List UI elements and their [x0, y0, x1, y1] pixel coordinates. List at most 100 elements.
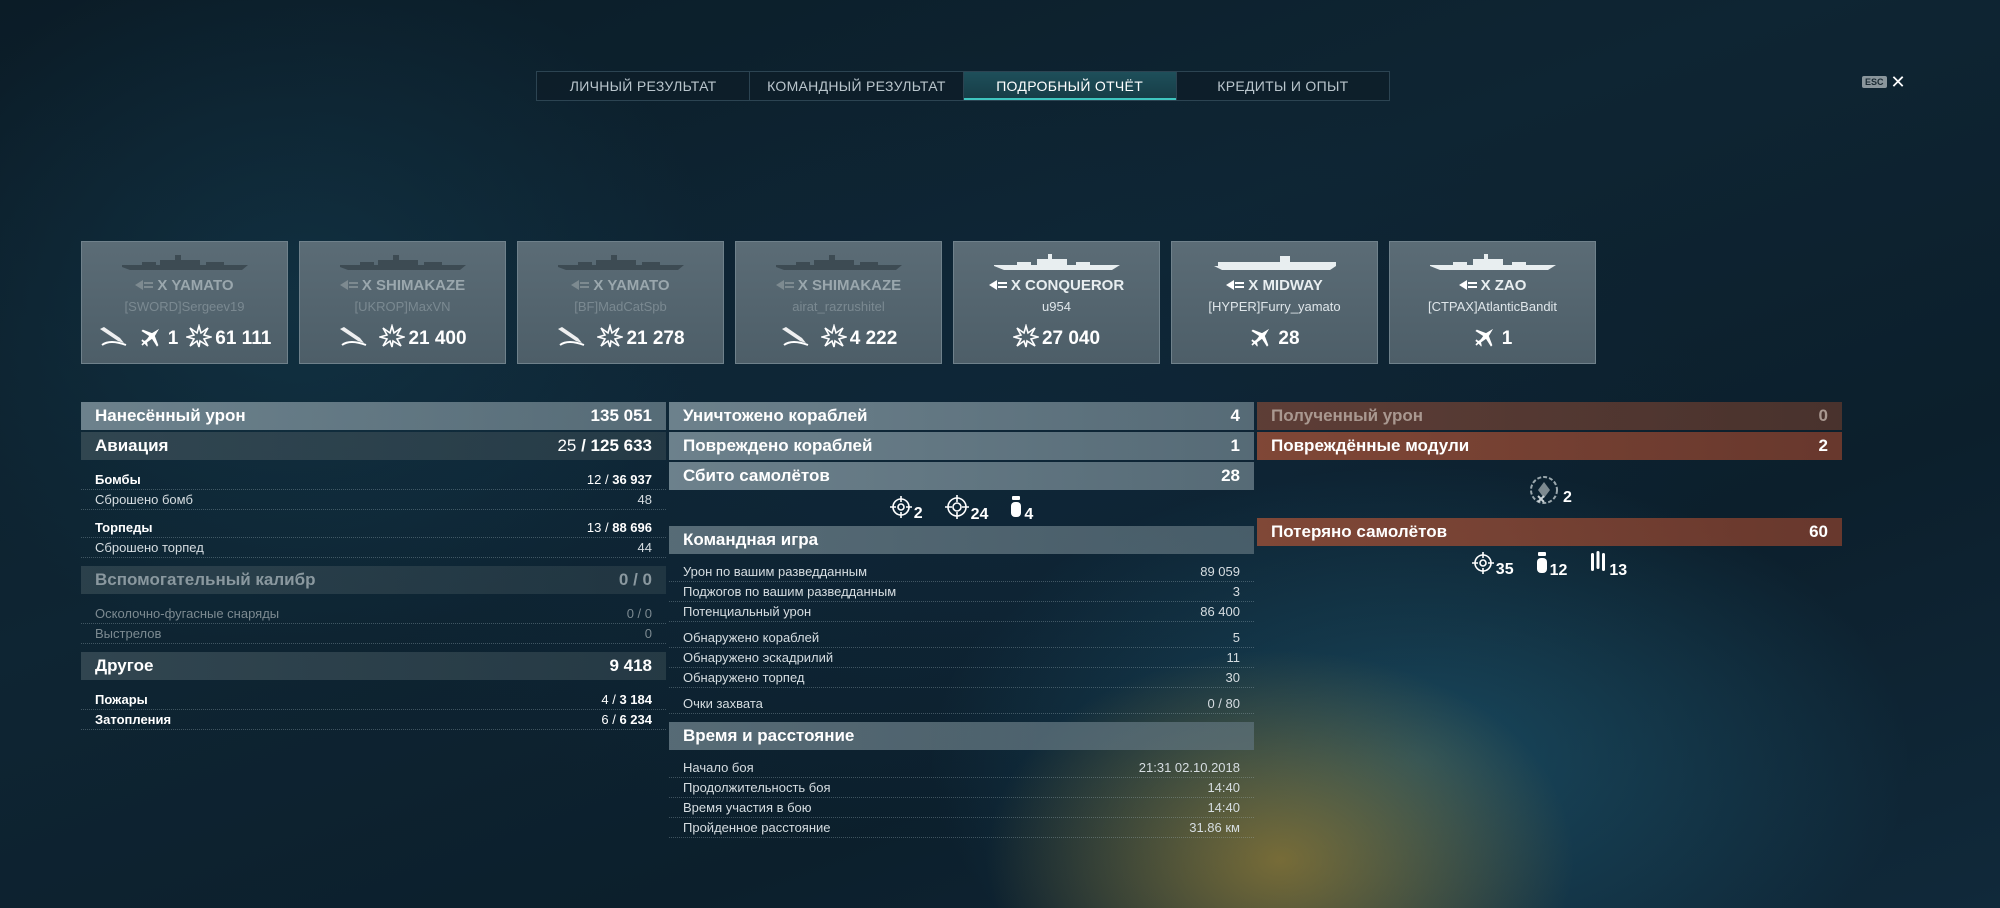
ship-stat: 4 222 — [818, 323, 897, 354]
bombs-row: Бомбы 12 / 36 937 — [81, 470, 666, 490]
damage-icon — [184, 323, 215, 354]
fires-row: Пожары 4 / 3 184 — [81, 690, 666, 710]
ship-class-icon — [775, 277, 794, 294]
ship-stats: 28 — [1172, 324, 1377, 354]
shots-row: Выстрелов 0 — [81, 624, 666, 644]
bomber-icon — [1010, 495, 1022, 524]
ship-name: X SHIMAKAZE — [736, 277, 941, 294]
ship-card[interactable]: X ZAO [CTPAX]AtlanticBandit 1 — [1389, 241, 1596, 364]
module-breakdown: 2 — [1257, 462, 1842, 518]
ship-stat: 61 111 — [184, 323, 271, 354]
player-name: airat_razrushitel — [792, 299, 885, 314]
ship-class-icon — [1458, 277, 1477, 294]
ship-stat — [780, 325, 813, 353]
plane-count: 13 — [1589, 550, 1627, 580]
close-icon: ✕ — [1890, 72, 1906, 92]
ship-silhouette-icon — [338, 254, 468, 277]
ship-class-icon — [135, 277, 154, 294]
plane-shot-icon — [139, 324, 165, 354]
torpedoes-dropped-row: Сброшено торпед 44 — [81, 538, 666, 558]
esc-key-hint: ESC — [1862, 76, 1887, 88]
damaged-modules-row: Повреждённые модули 2 — [1257, 432, 1842, 460]
player-name: [BF]MadCatSpb — [574, 299, 667, 314]
ship-card[interactable]: X CONQUEROR u954 27 040 — [953, 241, 1160, 364]
plane-shot-icon — [1249, 324, 1275, 354]
planes-lost-breakdown: 35 12 13 — [1257, 548, 1842, 582]
ship-class-icon — [988, 277, 1007, 294]
capture-points-row: Очки захвата 0 / 80 — [669, 694, 1254, 714]
tab-detailed-report[interactable]: ПОДРОБНЫЙ ОТЧЁТ — [963, 72, 1177, 100]
damage-dealt-row: Нанесённый урон 135 051 — [81, 402, 666, 430]
ship-name: X YAMATO — [518, 277, 723, 294]
damage-icon — [377, 323, 408, 354]
squads-spotted-row: Обнаружено эскадрилий 11 — [669, 648, 1254, 668]
plane-shot-icon — [1473, 324, 1499, 354]
torpedoes-row: Торпеды 13 / 88 696 — [81, 518, 666, 538]
ship-class-icon — [339, 277, 358, 294]
participation-time-row: Время участия в бою 14:40 — [669, 798, 1254, 818]
ship-card[interactable]: X SHIMAKAZE airat_razrushitel 4 222 — [735, 241, 942, 364]
plane-count: 2 — [889, 495, 923, 523]
ship-stats: 21 278 — [518, 323, 723, 354]
battle-start-row: Начало боя 21:31 02.10.2018 — [669, 758, 1254, 778]
torps-spotted-row: Обнаружено торпед 30 — [669, 668, 1254, 688]
player-name: u954 — [1042, 299, 1071, 314]
ship-stat: 28 — [1249, 324, 1300, 354]
attack-target-icon — [944, 494, 969, 524]
ship-stats: 27 040 — [954, 323, 1159, 354]
ship-stat: 21 278 — [595, 323, 685, 354]
player-name: [CTPAX]AtlanticBandit — [1427, 299, 1558, 314]
ship-silhouette-icon — [992, 254, 1122, 277]
planes-lost-row: Потеряно самолётов 60 — [1257, 518, 1842, 546]
floods-row: Затопления 6 / 6 234 — [81, 710, 666, 730]
aviation-row: Авиация 25 / 125 633 — [81, 432, 666, 460]
battle-duration-row: Продолжительность боя 14:40 — [669, 778, 1254, 798]
ship-silhouette-icon — [120, 254, 250, 277]
potential-damage-row: Потенциальный урон 86 400 — [669, 602, 1254, 622]
damage-panel: Нанесённый урон 135 051 Авиация 25 / 125 6… — [81, 402, 666, 730]
ship-name: X CONQUEROR — [954, 277, 1159, 294]
planes-shot-row: Сбито самолётов 28 — [669, 462, 1254, 490]
damage-icon — [818, 323, 849, 354]
player-name: [SWORD]Sergeev19 — [124, 299, 245, 314]
ship-class-icon — [571, 277, 590, 294]
ship-stat: 1 — [139, 324, 178, 354]
tab-credits-xp[interactable]: КРЕДИТЫ И ОПЫТ — [1177, 72, 1389, 100]
ship-card[interactable]: X MIDWAY [HYPER]Furry_yamato 28 — [1171, 241, 1378, 364]
ship-card[interactable]: X YAMATO [SWORD]Sergeev19 1 61 111 — [81, 241, 288, 364]
spot-fires-row: Поджогов по вашим разведданным 3 — [669, 582, 1254, 602]
ship-stats: 21 400 — [300, 323, 505, 354]
torpedo-hit-icon — [338, 325, 368, 353]
ship-stats: 1 61 111 — [82, 323, 287, 354]
torpedo-bomber-icon — [1589, 550, 1607, 580]
kills-panel: Уничтожено кораблей 4 Повреждено кораблей… — [669, 402, 1254, 838]
ship-stat: 1 — [1473, 324, 1512, 354]
ship-name: X SHIMAKAZE — [300, 277, 505, 294]
team-play-row: Командная игра — [669, 526, 1254, 554]
he-shells-row: Осколочно-фугасные снаряды 0 / 0 — [81, 604, 666, 624]
player-name: [UKROP]MaxVN — [354, 299, 451, 314]
ship-stat: 21 400 — [377, 323, 467, 354]
other-row: Другое 9 418 — [81, 652, 666, 680]
ship-silhouette-icon — [774, 254, 904, 277]
close-button[interactable]: ESC ✕ — [1862, 72, 1906, 92]
received-panel: Полученный урон 0 Повреждённые модули 2 2 … — [1257, 402, 1842, 582]
tab-team-result[interactable]: КОМАНДНЫЙ РЕЗУЛЬТАТ — [750, 72, 964, 100]
spot-damage-row: Урон по вашим разведданным 89 059 — [669, 562, 1254, 582]
ship-card[interactable]: X YAMATO [BF]MadCatSpb 21 278 — [517, 241, 724, 364]
destroyed-row: Уничтожено кораблей 4 — [669, 402, 1254, 430]
ship-stats: 1 — [1390, 324, 1595, 354]
plane-count: 24 — [944, 494, 988, 524]
secondary-row: Вспомогательный калибр 0 / 0 — [81, 566, 666, 594]
module-damage-icon — [1530, 476, 1559, 504]
ship-stat: 27 040 — [1011, 323, 1100, 354]
planes-shot-breakdown: 2 24 4 — [669, 492, 1254, 526]
ship-silhouette-icon — [1210, 254, 1340, 277]
plane-count: 35 — [1471, 551, 1514, 579]
ship-card[interactable]: X SHIMAKAZE [UKROP]MaxVN 21 400 — [299, 241, 506, 364]
damage-icon — [595, 323, 626, 354]
tab-personal-result[interactable]: ЛИЧНЫЙ РЕЗУЛЬТАТ — [537, 72, 751, 100]
ship-silhouette-icon — [1428, 254, 1558, 277]
ship-name: X MIDWAY — [1172, 277, 1377, 294]
player-name: [HYPER]Furry_yamato — [1208, 299, 1341, 314]
